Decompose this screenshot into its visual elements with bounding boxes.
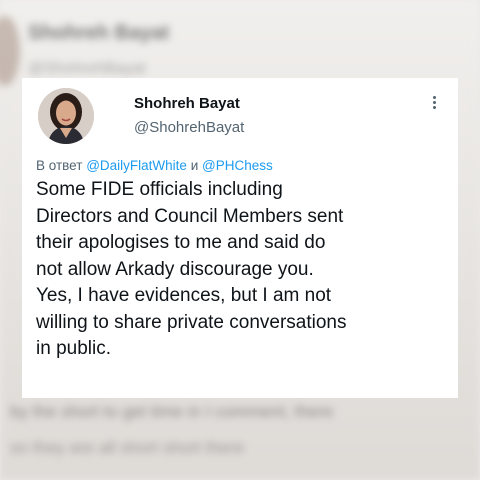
reply-context: В ответ @DailyFlatWhite и @PHChess (36, 158, 273, 173)
blurred-name: Shohreh Bayat (28, 22, 170, 44)
tweet-text-line: not allow Arkady discourage you. (36, 258, 314, 280)
author-handle[interactable]: @ShohrehBayat (134, 119, 244, 136)
tweet-text-line: Directors and Council Members sent (36, 205, 344, 227)
tweet-text-line: their apologises to me and said do (36, 232, 326, 253)
tweet-text-line: Some FIDE officials including (36, 179, 283, 200)
reply-conjunction: и (190, 158, 199, 173)
blurred-text-line-2: so they are all short short there (10, 438, 245, 457)
tweet-card[interactable]: Shohreh Bayat @ShohrehBayat В ответ @Dai… (22, 78, 458, 398)
tweet-text: Some FIDE officials including Directors … (36, 177, 454, 363)
avatar[interactable] (38, 88, 94, 144)
tweet-text-line: Yes, I have evidences, but I am not (36, 285, 332, 306)
blurred-handle: @ShohrehBayat (28, 60, 146, 77)
blurred-avatar (0, 16, 20, 86)
blurred-text-line-1: by the short to get time in I comment, t… (10, 402, 334, 421)
profile-photo-icon (38, 88, 94, 144)
reply-prefix: В ответ (36, 158, 83, 173)
author-display-name[interactable]: Shohreh Bayat (134, 95, 240, 112)
mention-phchess[interactable]: @PHChess (202, 158, 273, 173)
more-vertical-icon[interactable] (424, 94, 444, 116)
tweet-text-line: willing to share private conversations (36, 311, 347, 333)
tweet-text-line: in public. (36, 338, 111, 359)
mention-dailyflatwhite[interactable]: @DailyFlatWhite (86, 158, 187, 173)
